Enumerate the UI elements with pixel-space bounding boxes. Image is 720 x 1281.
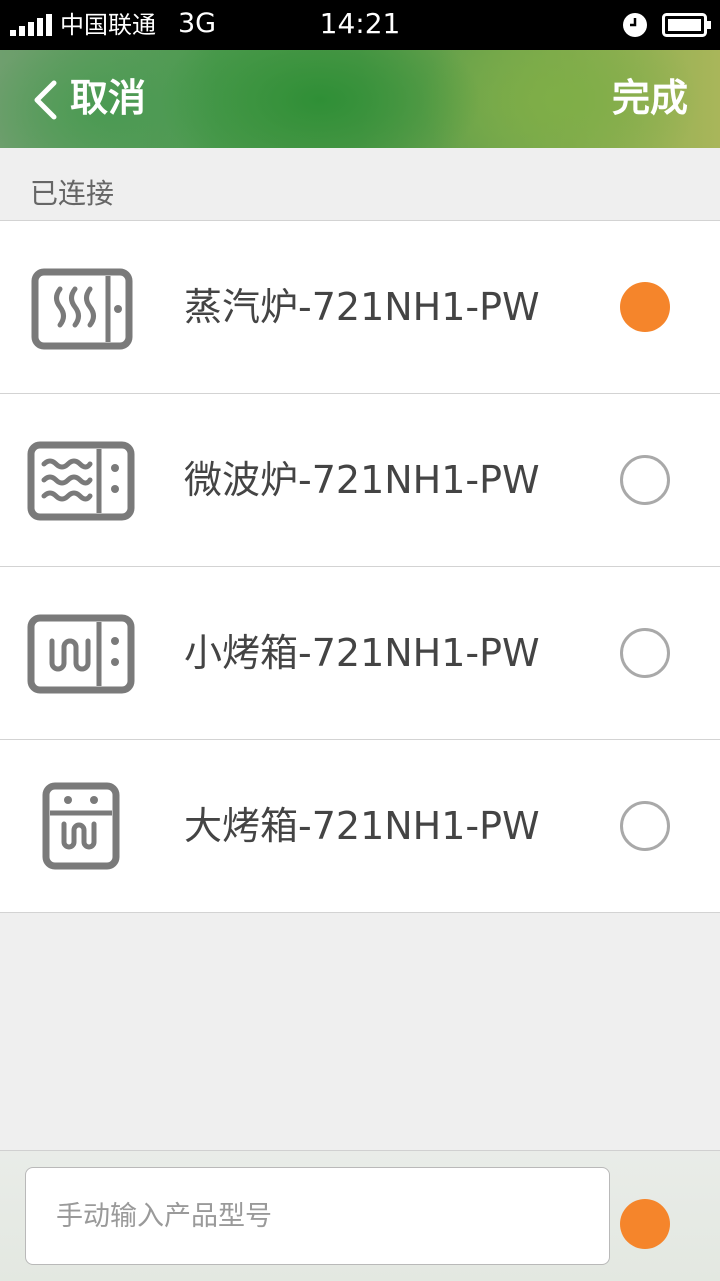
model-number-input[interactable] [25,1167,610,1265]
device-list: 蒸汽炉-721NH1-PW 微波炉-721NH1-PW 小烤箱-721NH1-P… [0,220,720,913]
top-nav-bar: 取消 完成 [0,50,720,148]
bottom-bar [0,1150,720,1281]
device-name: 微波炉-721NH1-PW [184,458,540,502]
battery-icon [662,13,711,37]
chevron-left-icon[interactable] [32,80,58,120]
radio-unselected[interactable] [620,455,670,505]
cancel-button[interactable]: 取消 [70,72,146,124]
large-oven-icon [42,782,120,870]
radio-unselected[interactable] [620,628,670,678]
device-name: 蒸汽炉-721NH1-PW [184,285,540,329]
device-name: 大烤箱-721NH1-PW [184,804,540,848]
device-name: 小烤箱-721NH1-PW [184,631,540,675]
device-item-large-oven[interactable]: 大烤箱-721NH1-PW [0,740,720,913]
small-oven-icon [27,614,135,694]
radio-selected[interactable] [620,282,670,332]
submit-model-button[interactable] [620,1199,670,1249]
device-item-microwave[interactable]: 微波炉-721NH1-PW [0,394,720,567]
device-item-small-oven[interactable]: 小烤箱-721NH1-PW [0,567,720,740]
alarm-icon [623,13,647,37]
steam-oven-icon [31,268,133,350]
status-bar: 中国联通 3G 14:21 [0,0,720,50]
radio-unselected[interactable] [620,801,670,851]
connected-section-label: 已连接 [30,177,115,210]
done-button[interactable]: 完成 [612,72,688,124]
status-time: 14:21 [319,7,401,40]
device-item-steam-oven[interactable]: 蒸汽炉-721NH1-PW [0,221,720,394]
microwave-icon [27,441,135,521]
